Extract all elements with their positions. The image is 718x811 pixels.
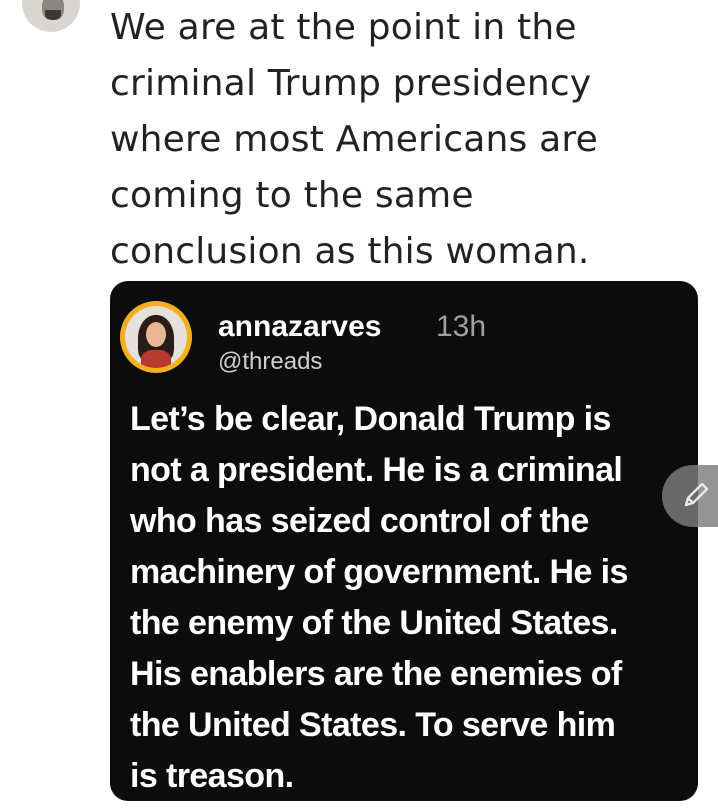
author-avatar-beard [45, 10, 61, 20]
card-avatar[interactable] [120, 301, 192, 373]
embedded-post-card[interactable]: annazarves 13h @threads Let’s be clear, … [110, 281, 698, 801]
edit-button[interactable] [662, 465, 718, 527]
card-avatar-clothing [141, 350, 171, 368]
card-avatar-photo [125, 306, 187, 368]
card-avatar-face [146, 322, 166, 347]
card-username[interactable]: annazarves [218, 309, 381, 345]
card-timestamp: 13h [436, 310, 487, 343]
post-text: We are at the point in the criminal Trum… [110, 7, 598, 272]
card-handle: @threads [218, 348, 323, 375]
pencil-icon [684, 482, 709, 507]
author-avatar[interactable] [22, 0, 80, 32]
card-body-text: Let’s be clear, Donald Trump is not a pr… [130, 400, 628, 795]
